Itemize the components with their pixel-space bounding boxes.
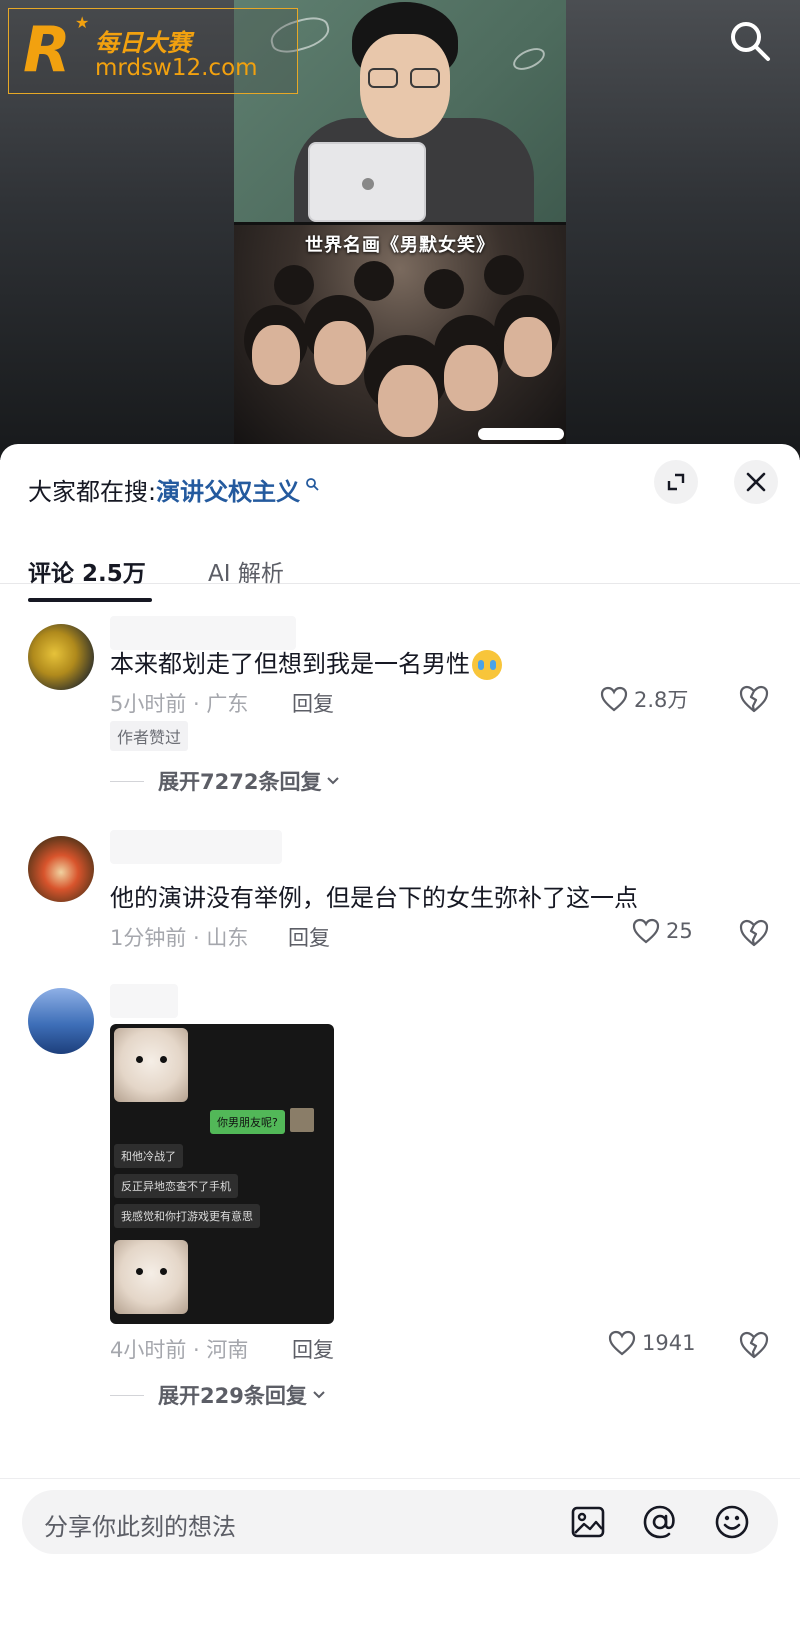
comment-text: 他的演讲没有举例，但是台下的女生弥补了这一点: [110, 884, 638, 912]
like-count: 1941: [642, 1331, 696, 1355]
hamster-sticker: [114, 1028, 188, 1102]
comment-tabs: 评论 2.5万 AI 解析: [0, 524, 800, 602]
chat-bubble-received: 反正异地恋查不了手机: [114, 1174, 238, 1198]
close-sheet-button[interactable]: [734, 460, 778, 504]
hot-search-label: 大家都在搜:: [28, 478, 157, 506]
username[interactable]: [110, 830, 282, 864]
hot-search-bar[interactable]: 大家都在搜:演讲父权主义: [28, 472, 319, 507]
tab-ai-analysis[interactable]: AI 解析: [208, 554, 284, 588]
like-count: 2.8万: [634, 688, 689, 712]
dislike-button[interactable]: [738, 1330, 770, 1362]
heart-icon: [608, 1330, 636, 1356]
reply-button[interactable]: 回复: [292, 1334, 334, 1364]
comment-meta: 5小时前 · 广东: [110, 692, 249, 716]
expand-replies-button[interactable]: 展开7272条回复: [110, 766, 341, 796]
chat-bubble-sent: 你男朋友呢?: [210, 1110, 285, 1134]
dislike-button[interactable]: [738, 684, 770, 716]
crying-emoji-icon: [472, 650, 502, 680]
active-tab-indicator: [28, 598, 152, 602]
comment-image[interactable]: 你男朋友呢? 和他冷战了 反正异地恋查不了手机 我感觉和你打游戏更有意思: [110, 1024, 334, 1324]
chevron-down-icon: [327, 777, 340, 785]
broken-heart-icon: [739, 685, 769, 713]
comment-text: 本来都划走了但想到我是一名男性: [110, 644, 502, 680]
avatar[interactable]: [28, 624, 94, 690]
comment-meta: 4小时前 · 河南: [110, 1338, 249, 1362]
expand-sheet-button[interactable]: [654, 460, 698, 504]
hot-search-keyword[interactable]: 演讲父权主义: [156, 478, 300, 506]
hamster-sticker: [114, 1240, 188, 1314]
at-icon[interactable]: [642, 1504, 678, 1540]
author-liked-badge: 作者赞过: [110, 721, 189, 751]
image-icon[interactable]: [570, 1504, 606, 1540]
video-caption: 世界名画《男默女笑》: [305, 235, 495, 256]
video-frame-audience: 世界名画《男默女笑》: [234, 225, 566, 445]
comment-meta: 1分钟前 · 山东: [110, 926, 249, 950]
comment-sheet: 大家都在搜:演讲父权主义 评论 2.5万 AI 解析 本来都划走了但想到我是一名…: [0, 444, 800, 1628]
username[interactable]: [110, 984, 178, 1018]
chat-bubble-received: 和他冷战了: [114, 1144, 183, 1168]
like-button[interactable]: 2.8万: [600, 684, 688, 714]
avatar[interactable]: [28, 988, 94, 1054]
like-count: 25: [666, 919, 693, 943]
avatar[interactable]: [28, 836, 94, 902]
close-icon: [746, 472, 766, 492]
like-button[interactable]: 1941: [608, 1330, 695, 1356]
search-icon[interactable]: [727, 18, 773, 64]
small-search-icon: [300, 478, 319, 495]
video-progress-indicator: [478, 428, 564, 440]
tab-comments[interactable]: 评论 2.5万: [28, 554, 146, 588]
video-player[interactable]: 世界名画《男默女笑》 R ★ 每日大赛 mrdsw12.com: [0, 0, 800, 460]
chevron-down-icon: [313, 1391, 325, 1399]
dislike-button[interactable]: [738, 918, 770, 950]
broken-heart-icon: [739, 1331, 769, 1359]
heart-icon: [632, 918, 660, 944]
composer-divider: [0, 1478, 800, 1479]
like-button[interactable]: 25: [632, 918, 693, 944]
reply-button[interactable]: 回复: [288, 922, 330, 952]
expand-icon: [667, 473, 685, 491]
heart-icon: [600, 686, 628, 712]
comment-composer[interactable]: 分享你此刻的想法: [22, 1490, 778, 1554]
reply-button[interactable]: 回复: [292, 688, 334, 718]
broken-heart-icon: [739, 919, 769, 947]
emoji-icon[interactable]: [714, 1504, 750, 1540]
expand-replies-button[interactable]: 展开229条回复: [110, 1380, 327, 1410]
chat-bubble-received: 我感觉和你打游戏更有意思: [114, 1204, 260, 1228]
chat-avatar: [290, 1108, 314, 1132]
watermark-logo: R ★ 每日大赛 mrdsw12.com: [8, 8, 298, 94]
composer-placeholder[interactable]: 分享你此刻的想法: [44, 1507, 236, 1542]
tablet-image: [308, 142, 426, 222]
